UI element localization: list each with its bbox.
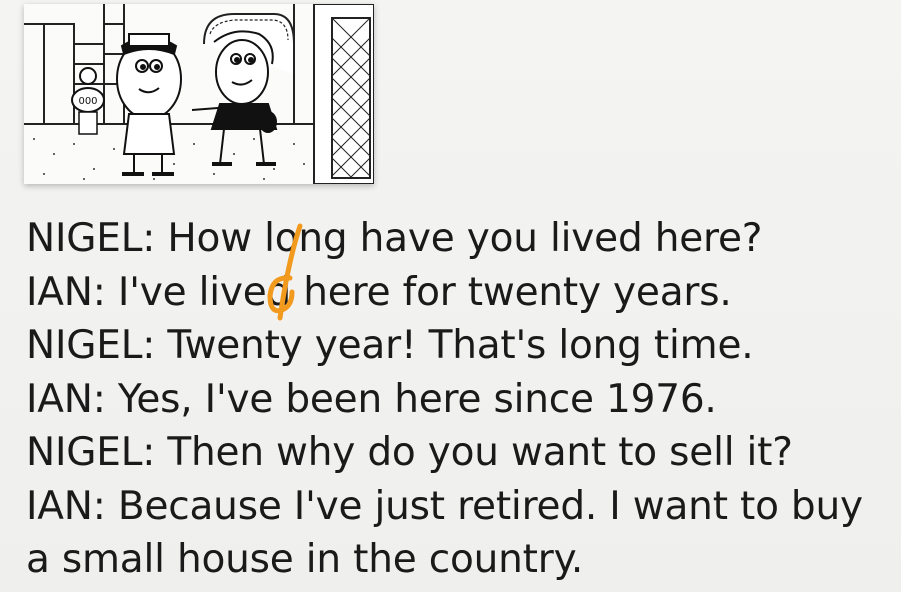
- cartoon-drawing: 000: [24, 4, 374, 184]
- dialogue-line-nigel-2: NIGEL: Twenty year! That's long time.: [26, 323, 754, 368]
- dialogue-line-ian-3: IAN: Because I've just retired. I want t…: [26, 483, 863, 529]
- dialogue-line-nigel-1: NIGEL: How long have you lived here?: [26, 216, 763, 261]
- dialogue-line-ian-2: IAN: Yes, I've been here since 1976.: [26, 376, 717, 422]
- cartoon-illustration: 000: [24, 4, 374, 184]
- dialogue-line-ian-3-cont: a small house in the country.: [26, 537, 584, 582]
- badge-label: 000: [78, 96, 97, 107]
- dialogue-line-nigel-3: NIGEL: Then why do you want to sell it?: [26, 430, 793, 475]
- dialogue-text: NIGEL: How long have you lived here? IAN…: [26, 212, 901, 587]
- man-character: [116, 33, 182, 176]
- dialogue-line-ian-1: IAN: I've lived here for twenty years.: [26, 269, 732, 315]
